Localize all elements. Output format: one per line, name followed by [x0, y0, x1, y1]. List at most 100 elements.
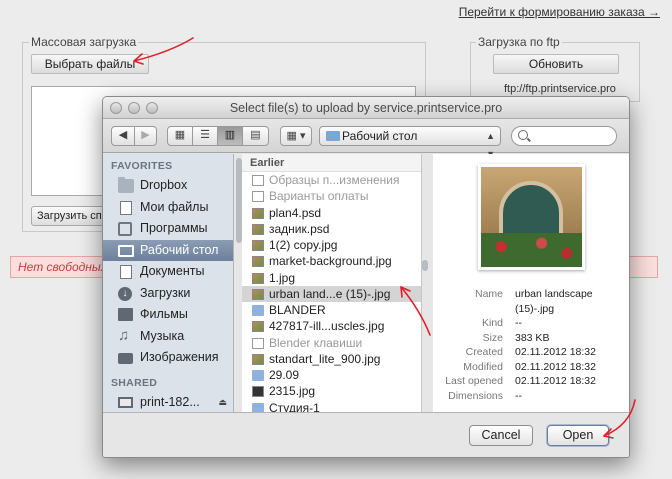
file-list-item[interactable]: 29.09	[242, 367, 421, 383]
file-list-item[interactable]: standart_lite_900.jpg	[242, 351, 421, 367]
image-file-icon	[252, 207, 264, 219]
document-icon	[120, 265, 132, 279]
image-file-icon	[252, 272, 264, 284]
image-file-icon	[252, 223, 264, 235]
file-name: BLANDER	[269, 303, 326, 317]
sidebar-item-label: Загрузки	[140, 285, 191, 300]
file-name: Образцы п...изменения	[269, 173, 400, 187]
sidebar-item-applications[interactable]: Программы	[103, 218, 233, 240]
file-name: Blender клавиши	[269, 335, 363, 350]
sidebar-item-documents[interactable]: Документы	[103, 261, 233, 283]
sidebar-item-label: print-182...	[140, 394, 200, 409]
file-list-item[interactable]: Студия-1	[242, 400, 421, 413]
upload-list-button[interactable]: Загрузить спи	[31, 206, 111, 226]
folder-icon	[252, 402, 264, 412]
folder-icon	[326, 131, 340, 141]
file-list-item[interactable]: urban land...e (15)-.jpg	[242, 285, 421, 302]
image-file-icon	[252, 256, 264, 268]
close-window-icon[interactable]	[110, 102, 122, 114]
dialog-toolbar: ◀ ▶ ▦ ☰ ▥ ▤ ▦ ▾ Рабочий стол ▲▼	[103, 119, 629, 159]
sidebar-item-label: Мои файлы	[140, 199, 209, 214]
file-upload-dialog: Select file(s) to upload by service.prin…	[102, 96, 630, 458]
file-list-column: Earlier Образцы п...изменения Варианты оп…	[242, 154, 422, 412]
sidebar-item-desktop[interactable]: Рабочий стол	[103, 239, 233, 261]
choose-files-button[interactable]: Выбрать файлы	[31, 54, 149, 74]
meta-row: Modified 02.11.2012 18:32	[433, 360, 627, 375]
sidebar-item-my-files[interactable]: Мои файлы	[103, 197, 233, 219]
zoom-window-icon[interactable]	[146, 102, 158, 114]
arrange-menu-button[interactable]: ▦ ▾	[280, 126, 312, 146]
sidebar-item-label: Документы	[140, 264, 205, 278]
meta-row: Kind --	[433, 316, 627, 331]
file-name: 2315.jpg	[269, 384, 316, 399]
file-name: standart_lite_900.jpg	[269, 351, 381, 366]
meta-key: Dimensions	[448, 389, 503, 402]
image-file-icon	[252, 321, 264, 333]
file-name: 29.09	[269, 368, 300, 382]
meta-row: Name urban landscape	[433, 287, 627, 302]
file-list-item[interactable]: market-background.jpg	[242, 253, 421, 269]
icon-view-icon[interactable]: ▦	[168, 127, 193, 145]
sidebar-item-label: Фильмы	[140, 307, 188, 321]
list-view-icon[interactable]: ☰	[193, 127, 218, 145]
location-popup[interactable]: Рабочий стол ▲▼	[319, 126, 501, 159]
file-list-item[interactable]: 1.jpg	[242, 270, 421, 286]
file-list-scrollbar[interactable]	[422, 260, 428, 271]
meta-value: 02.11.2012 18:32	[515, 375, 596, 387]
dialog-titlebar: Select file(s) to upload by service.prin…	[103, 97, 629, 119]
dialog-browser: FAVORITES Dropbox Мои файлы Программы Ра…	[103, 154, 629, 412]
back-icon[interactable]: ◀	[112, 127, 135, 145]
applications-icon	[118, 222, 132, 236]
file-list-item[interactable]: Варианты оплаты	[242, 188, 421, 204]
file-name: Студия-1	[269, 400, 320, 413]
file-list-item[interactable]: BLANDER	[242, 302, 421, 318]
file-list-item[interactable]: 427817-ill...uscles.jpg	[242, 318, 421, 334]
column-view-icon[interactable]: ▥	[218, 127, 243, 145]
mass-upload-legend: Массовая загрузка	[29, 35, 139, 49]
file-list: Образцы п...изменения Варианты оплаты plan…	[242, 172, 421, 412]
document-icon	[252, 191, 264, 203]
sidebar-item-label: Программы	[140, 221, 208, 235]
file-list-item[interactable]: 1(2) copy.jpg	[242, 237, 421, 253]
ftp-address: ftp://ftp.printservice.pro	[504, 83, 616, 95]
file-name: urban land...e (15)-.jpg	[269, 286, 391, 301]
sidebar-item-pictures[interactable]: Изображения	[103, 347, 233, 369]
sidebar-item-shared-print[interactable]: print-182... ⏏	[103, 392, 233, 413]
minimize-window-icon[interactable]	[128, 102, 140, 114]
meta-key: Kind	[481, 317, 503, 329]
file-list-item[interactable]: Образцы п...изменения	[242, 172, 421, 188]
file-list-item[interactable]: Blender клавиши	[242, 335, 421, 351]
shared-header: SHARED	[111, 376, 158, 389]
dialog-footer: Cancel Open	[103, 412, 629, 457]
file-list-item[interactable]: plan4.psd	[242, 205, 421, 221]
file-name: market-background.jpg	[269, 254, 392, 269]
eject-icon[interactable]: ⏏	[218, 392, 227, 413]
file-name: задник.psd	[269, 221, 330, 236]
image-file-icon	[252, 386, 264, 398]
meta-key: Created	[465, 346, 503, 358]
document-icon	[252, 337, 264, 349]
meta-row: Created 02.11.2012 18:32	[433, 345, 627, 360]
cancel-button[interactable]: Cancel	[469, 425, 533, 446]
forward-icon[interactable]: ▶	[135, 127, 156, 145]
view-mode-control: ▦ ☰ ▥ ▤	[167, 126, 269, 146]
refresh-button[interactable]: Обновить	[493, 54, 619, 74]
sidebar-item-dropbox[interactable]: Dropbox	[103, 175, 233, 197]
open-button[interactable]: Open	[547, 425, 609, 446]
favorites-header: FAVORITES	[111, 160, 173, 172]
file-list-item[interactable]: задник.psd	[242, 221, 421, 237]
sidebar-item-music[interactable]: ♫ Музыка	[103, 326, 233, 348]
ftp-upload-legend: Загрузка по ftp	[476, 35, 562, 49]
coverflow-view-icon[interactable]: ▤	[243, 127, 268, 145]
sidebar-item-movies[interactable]: Фильмы	[103, 304, 233, 326]
movies-icon	[118, 308, 133, 321]
search-field[interactable]	[511, 126, 617, 146]
folder-icon	[118, 177, 134, 193]
location-label: Рабочий стол	[342, 129, 418, 143]
go-to-order-link[interactable]: Перейти к формированию заказа →	[459, 5, 660, 19]
pictures-icon	[118, 353, 133, 364]
meta-value: (15)-.jpg	[515, 302, 555, 315]
file-list-item[interactable]: 2315.jpg	[242, 383, 421, 399]
sidebar-item-downloads[interactable]: ↓ Загрузки	[103, 283, 233, 305]
back-forward-control: ◀ ▶	[111, 126, 157, 146]
